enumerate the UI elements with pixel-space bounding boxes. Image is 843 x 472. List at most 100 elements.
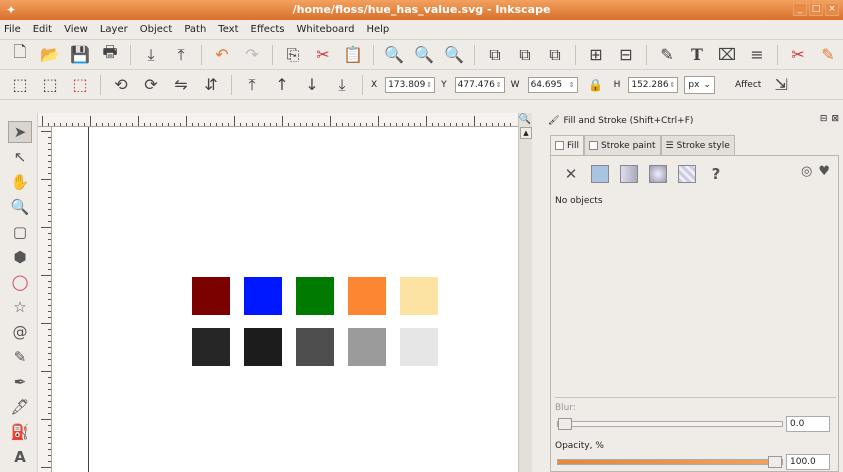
color-swatch[interactable] [244, 328, 282, 366]
lock-icon[interactable]: 🔒 [584, 73, 608, 97]
menu-whiteboard[interactable]: Whiteboard [297, 24, 355, 35]
dock-close-icon[interactable]: ⊠ [831, 114, 839, 124]
minimize-button[interactable]: _ [793, 3, 807, 16]
zoom-corner-icon[interactable]: 🔍 [518, 113, 532, 127]
menu-effects[interactable]: Effects [251, 24, 285, 35]
spin-icon[interactable]: ⇕ [569, 81, 575, 89]
menu-path[interactable]: Path [184, 24, 206, 35]
w-field[interactable]: 64.695 ⇕ [527, 76, 578, 93]
star-tool-icon[interactable]: ☆ [8, 296, 32, 318]
lower-icon[interactable]: ↓ [300, 73, 324, 97]
color-swatch[interactable] [348, 328, 386, 366]
pencil-tool-icon[interactable]: ✎ [8, 346, 32, 368]
blur-slider-thumb[interactable] [558, 418, 572, 430]
text-font-icon[interactable]: T [685, 43, 709, 67]
export-icon[interactable]: ⤒ [169, 43, 193, 67]
unit-select[interactable]: px ⌄ [684, 75, 715, 94]
clone-icon[interactable]: ⧉ [513, 43, 537, 67]
opacity-slider[interactable] [557, 456, 783, 468]
menu-object[interactable]: Object [140, 24, 173, 35]
zoom-tool-icon[interactable]: 🔍 [8, 196, 32, 218]
calligraphy-tool-icon[interactable]: 🖋 [8, 396, 32, 418]
ellipse-tool-icon[interactable]: ◯ [8, 271, 32, 293]
menu-edit[interactable]: Edit [33, 24, 52, 35]
unset-paint-icon[interactable]: ? [706, 164, 726, 184]
menu-file[interactable]: File [4, 24, 21, 35]
fill-stroke-icon[interactable]: ✎ [655, 43, 679, 67]
spin-icon[interactable]: ⇕ [426, 81, 432, 89]
save-icon[interactable]: 💾 [68, 43, 92, 67]
tab-stroke-paint[interactable]: Stroke paint [584, 135, 661, 155]
no-paint-icon[interactable]: ✕ [561, 164, 581, 184]
maximize-button[interactable]: □ [809, 3, 823, 16]
y-field[interactable]: 477.476 ⇕ [454, 76, 505, 93]
spin-icon[interactable]: ⇕ [496, 81, 502, 89]
blur-field[interactable]: 0.0 [786, 416, 830, 432]
pattern-icon[interactable] [677, 164, 697, 184]
vertical-scrollbar[interactable]: ▲ [518, 113, 532, 472]
flip-vertical-icon[interactable]: ⇵ [199, 73, 223, 97]
tweak-tool-icon[interactable]: ✋ [8, 171, 32, 193]
dock-iconify-icon[interactable]: ⊟ [820, 114, 828, 124]
rotate-cw-icon[interactable]: ⟳ [139, 73, 163, 97]
affect-stroke-icon[interactable]: ⇲ [769, 73, 793, 97]
rotate-ccw-icon[interactable]: ⟲ [109, 73, 133, 97]
text-tool-icon[interactable]: A [8, 446, 32, 468]
copy-icon[interactable]: ⎘ [281, 43, 305, 67]
select-all-icon[interactable]: ⬚ [8, 73, 32, 97]
h-field[interactable]: 152.286 ⇕ [628, 76, 679, 93]
x-field[interactable]: 173.809 ⇕ [385, 76, 436, 93]
drawing-canvas[interactable] [52, 127, 518, 472]
rectangle-tool-icon[interactable]: ▢ [8, 221, 32, 243]
select-all-layers-icon[interactable]: ⬚ [38, 73, 62, 97]
raise-to-top-icon[interactable]: ⤒ [240, 73, 264, 97]
opacity-slider-thumb[interactable] [768, 456, 782, 468]
document-properties-icon[interactable]: ✎ [816, 43, 840, 67]
blur-slider[interactable] [557, 418, 783, 430]
zoom-selection-icon[interactable]: 🔍 [382, 43, 406, 67]
color-swatch[interactable] [192, 328, 230, 366]
ungroup-icon[interactable]: ⊟ [614, 43, 638, 67]
color-swatch[interactable] [192, 277, 230, 315]
flat-color-icon[interactable] [590, 164, 610, 184]
fill-rule-evenodd-icon[interactable]: ◎ [801, 164, 812, 179]
color-swatch[interactable] [400, 328, 438, 366]
opacity-field[interactable]: 100.0 [786, 454, 830, 470]
menu-help[interactable]: Help [366, 24, 389, 35]
import-icon[interactable]: ⤓ [139, 43, 163, 67]
color-swatch[interactable] [348, 277, 386, 315]
close-button[interactable]: × [825, 3, 839, 16]
unlink-clone-icon[interactable]: ⧉ [543, 43, 567, 67]
redo-icon[interactable]: ↷ [240, 43, 264, 67]
cut-icon[interactable]: ✂ [311, 43, 335, 67]
xml-editor-icon[interactable]: ⌧ [715, 43, 739, 67]
menu-text[interactable]: Text [218, 24, 238, 35]
print-icon[interactable]: 🖶 [98, 42, 122, 67]
color-swatch[interactable] [244, 277, 282, 315]
deselect-icon[interactable]: ⬚ [68, 73, 92, 97]
spiral-tool-icon[interactable]: @ [8, 321, 32, 343]
box3d-tool-icon[interactable]: ⬢ [8, 246, 32, 268]
lower-to-bottom-icon[interactable]: ⤓ [330, 73, 354, 97]
undo-icon[interactable]: ↶ [210, 43, 234, 67]
color-swatch[interactable] [296, 328, 334, 366]
preferences-icon[interactable]: ✂ [786, 43, 810, 67]
align-distribute-icon[interactable]: ≡ [745, 43, 769, 67]
open-icon[interactable]: 📂 [38, 43, 62, 67]
node-tool-icon[interactable]: ↖ [8, 146, 32, 168]
raise-icon[interactable]: ↑ [270, 73, 294, 97]
color-swatch[interactable] [400, 277, 438, 315]
paint-bucket-tool-icon[interactable]: ⛽ [8, 421, 32, 443]
tab-fill[interactable]: Fill [550, 135, 585, 155]
flip-horizontal-icon[interactable]: ⇋ [169, 73, 193, 97]
radial-gradient-icon[interactable] [648, 164, 668, 184]
spin-icon[interactable]: ⇕ [669, 81, 675, 89]
group-icon[interactable]: ⊞ [584, 43, 608, 67]
new-document-icon[interactable]: 🗋 [8, 42, 32, 67]
paste-icon[interactable]: 📋 [341, 43, 365, 67]
scroll-up-arrow[interactable]: ▲ [520, 127, 532, 139]
duplicate-icon[interactable]: ⧉ [483, 43, 507, 67]
menu-layer[interactable]: Layer [100, 24, 128, 35]
zoom-page-icon[interactable]: 🔍 [442, 43, 466, 67]
menu-view[interactable]: View [64, 24, 88, 35]
